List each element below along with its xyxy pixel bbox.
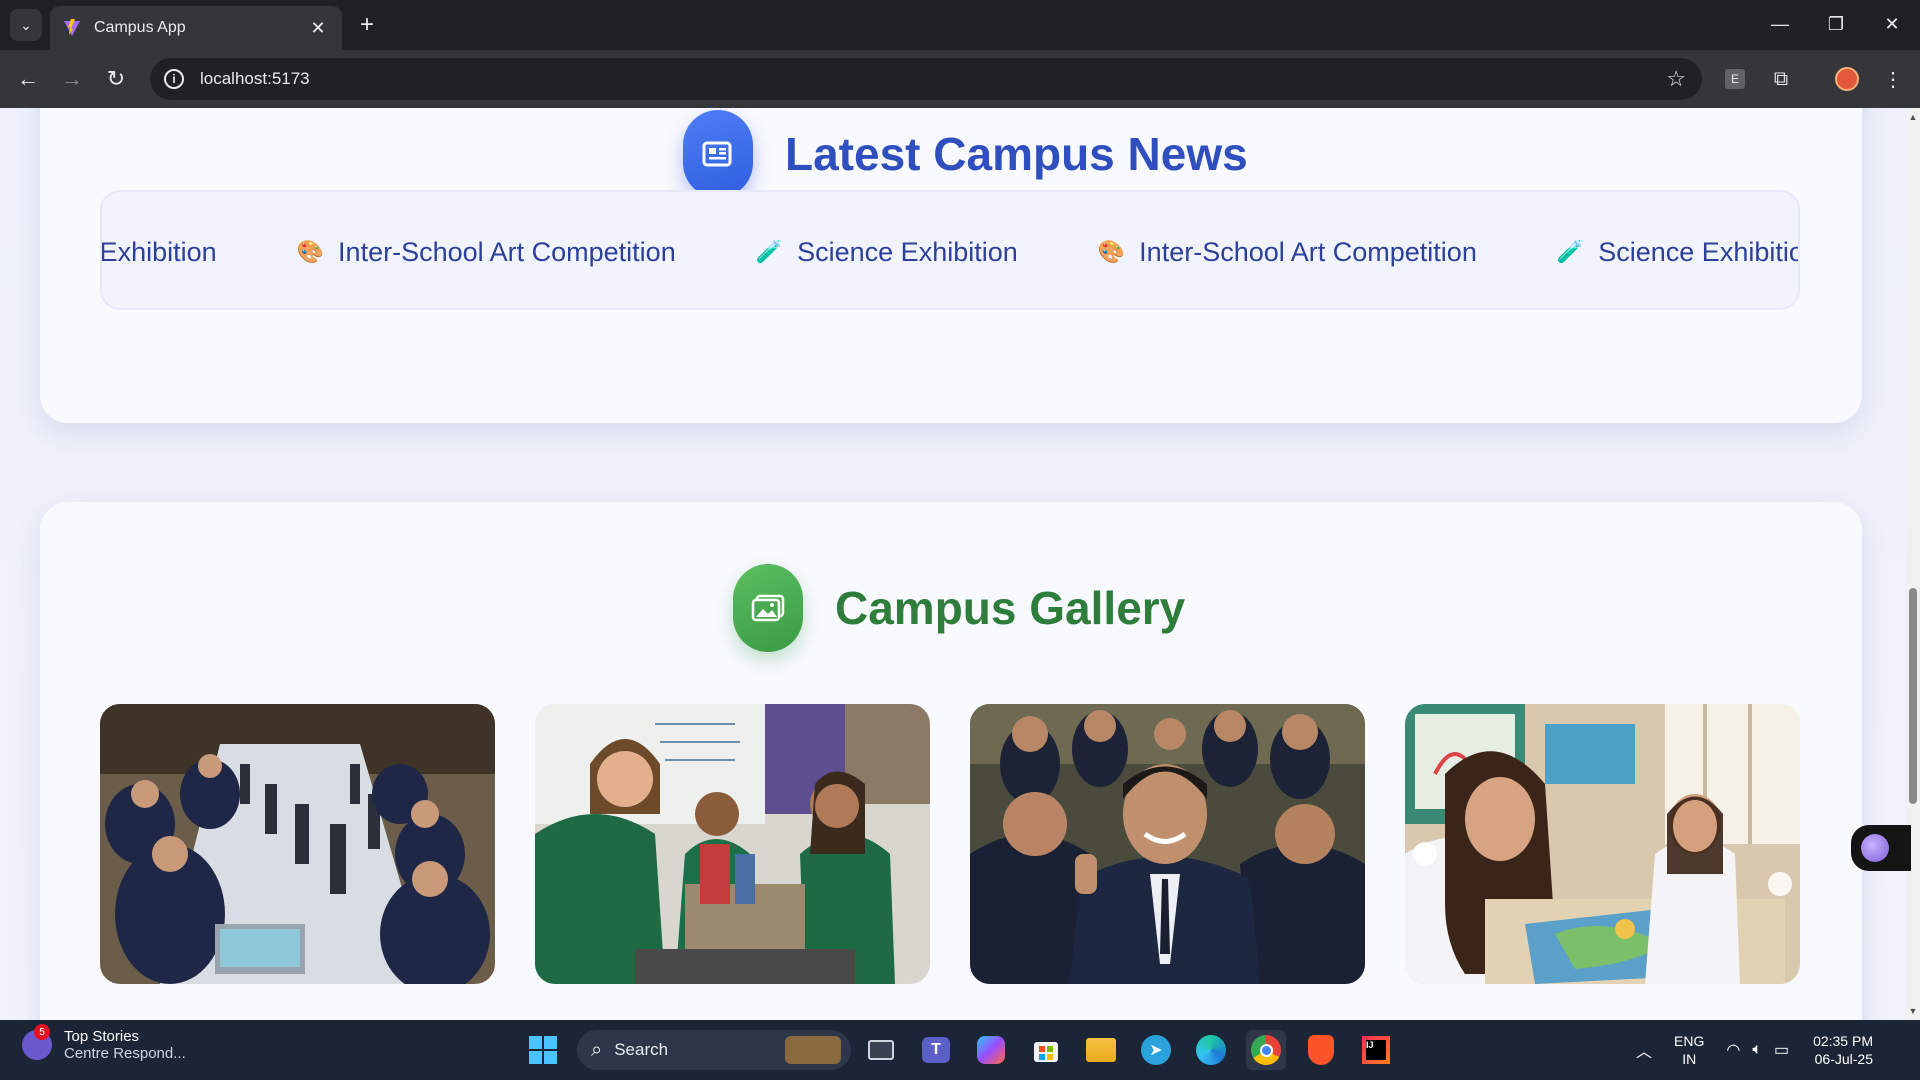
news-section: Latest Campus News Science Exhibition 🎨 …: [40, 108, 1862, 423]
tab-close-icon[interactable]: ✕: [306, 18, 330, 39]
news-item[interactable]: 🎨 Inter-School Art Competition: [297, 237, 676, 268]
chrome-icon[interactable]: [1246, 1030, 1286, 1070]
browser-tab[interactable]: Campus App ✕: [50, 6, 342, 50]
page-viewport: Latest Campus News Science Exhibition 🎨 …: [0, 108, 1906, 1020]
taskbar-clock[interactable]: 02:35 PM 06-Jul-25: [1813, 1032, 1873, 1068]
news-title: Latest Campus News: [785, 128, 1248, 180]
browser-tab-bar: ⌄ Campus App ✕ + — ❐ ✕: [0, 0, 1920, 50]
taskbar-search-label: Search: [614, 1040, 669, 1059]
gallery-section: Campus Gallery: [40, 502, 1862, 1020]
test-tube-icon: 🧪: [1556, 239, 1585, 264]
telegram-icon[interactable]: ➤: [1136, 1030, 1176, 1070]
vite-favicon-icon: [64, 19, 80, 36]
system-tray: ︿ ENG IN ◠ 🔈︎ ▭ 02:35 PM 06-Jul-25: [1636, 1020, 1873, 1080]
battery-icon[interactable]: ▭: [1774, 1040, 1789, 1060]
news-item-label: Science Exhibition: [100, 236, 217, 267]
newspaper-icon: [683, 110, 753, 198]
windows-taskbar: 5 Top Stories Centre Respond... ⌕ Search…: [0, 1020, 1920, 1080]
back-icon[interactable]: ←: [12, 63, 44, 95]
news-header: Latest Campus News: [683, 110, 1248, 198]
gallery-photo-students-thumbs-up[interactable]: [970, 704, 1365, 984]
region-code: IN: [1682, 1051, 1697, 1067]
palette-icon: 🎨: [296, 239, 325, 264]
extension-e-icon[interactable]: E: [1720, 64, 1750, 94]
tray-overflow-chevron-icon[interactable]: ︿: [1636, 1038, 1652, 1062]
gallery-title: Campus Gallery: [835, 582, 1186, 634]
search-highlight-image: [785, 1036, 841, 1064]
forward-icon[interactable]: →: [56, 63, 88, 95]
news-item[interactable]: 🧪 Science Exhibition: [1556, 236, 1800, 268]
tab-search-button[interactable]: ⌄: [10, 9, 42, 41]
language-code: ENG: [1674, 1033, 1705, 1049]
news-item-label: Science Exhibition: [797, 236, 1018, 267]
gallery-grid: [100, 704, 1800, 984]
floating-assistant-button[interactable]: [1851, 825, 1911, 871]
restore-icon[interactable]: ❐: [1808, 0, 1864, 48]
clock-date: 06-Jul-25: [1814, 1051, 1873, 1067]
site-info-icon[interactable]: i: [164, 69, 184, 89]
reload-icon[interactable]: ↻: [100, 63, 132, 95]
news-item-label: Inter-School Art Competition: [1139, 236, 1477, 267]
browser-toolbar: ← → ↻ i localhost:5173 ☆ E ⧉ ⋮: [0, 50, 1920, 108]
news-item[interactable]: 🎨 Inter-School Art Competition: [1098, 237, 1477, 268]
task-view-icon[interactable]: [861, 1030, 901, 1070]
profile-avatar[interactable]: [1832, 64, 1862, 94]
news-widget[interactable]: 5 Top Stories Centre Respond...: [22, 1024, 186, 1062]
windows-start-icon[interactable]: [523, 1030, 563, 1070]
edge-icon[interactable]: [1191, 1030, 1231, 1070]
news-widget-icon: 5: [22, 1024, 52, 1060]
url-text[interactable]: localhost:5173: [200, 69, 1666, 89]
bookmark-star-icon[interactable]: ☆: [1666, 66, 1686, 92]
teams-icon[interactable]: T: [916, 1030, 956, 1070]
palette-icon: 🎨: [1097, 239, 1126, 264]
news-widget-title: Top Stories: [64, 1028, 140, 1045]
news-ticker: Science Exhibition 🎨 Inter-School Art Co…: [100, 190, 1800, 310]
intellij-icon[interactable]: IJ: [1356, 1030, 1396, 1070]
taskbar-search[interactable]: ⌕ Search: [577, 1030, 851, 1070]
gallery-photo-art-class[interactable]: [1405, 704, 1800, 984]
page-scrollbar[interactable]: ▲ ▼: [1906, 108, 1920, 1020]
close-window-icon[interactable]: ✕: [1864, 0, 1920, 48]
test-tube-icon: 🧪: [755, 239, 784, 264]
gallery-photo-science-project[interactable]: [535, 704, 930, 984]
file-explorer-icon[interactable]: [1081, 1030, 1121, 1070]
gallery-photo-computer-lab[interactable]: [100, 704, 495, 984]
wifi-icon[interactable]: ◠: [1726, 1040, 1740, 1060]
new-tab-button[interactable]: +: [352, 10, 382, 40]
news-item[interactable]: Science Exhibition: [100, 236, 217, 268]
news-badge: 5: [34, 1024, 50, 1040]
scroll-thumb[interactable]: [1909, 588, 1917, 804]
gallery-header: Campus Gallery: [733, 564, 1185, 652]
gallery-image-icon: [733, 564, 803, 652]
browser-menu-icon[interactable]: ⋮: [1878, 64, 1908, 94]
language-indicator[interactable]: ENG IN: [1674, 1032, 1704, 1068]
extensions-puzzle-icon[interactable]: ⧉: [1766, 64, 1796, 94]
news-ticker-track: Science Exhibition 🎨 Inter-School Art Co…: [100, 192, 1800, 308]
volume-icon[interactable]: 🔈︎: [1752, 1041, 1762, 1059]
minimize-icon[interactable]: —: [1752, 0, 1808, 48]
news-item-label: Inter-School Art Competition: [338, 236, 676, 267]
assistant-orb-icon: [1861, 834, 1889, 862]
scroll-down-arrow-icon[interactable]: ▼: [1908, 1006, 1918, 1016]
search-icon: ⌕: [591, 1038, 603, 1061]
brave-icon[interactable]: [1301, 1030, 1341, 1070]
news-item-label: Science Exhibition: [1598, 236, 1800, 267]
scroll-up-arrow-icon[interactable]: ▲: [1908, 112, 1918, 122]
clock-time: 02:35 PM: [1813, 1033, 1873, 1049]
address-bar[interactable]: i localhost:5173 ☆: [150, 58, 1702, 100]
microsoft-store-icon[interactable]: [1026, 1030, 1066, 1070]
tab-title: Campus App: [94, 19, 186, 36]
news-widget-subtitle: Centre Respond...: [64, 1045, 186, 1062]
copilot-icon[interactable]: [971, 1030, 1011, 1070]
news-item[interactable]: 🧪 Science Exhibition: [756, 237, 1018, 268]
